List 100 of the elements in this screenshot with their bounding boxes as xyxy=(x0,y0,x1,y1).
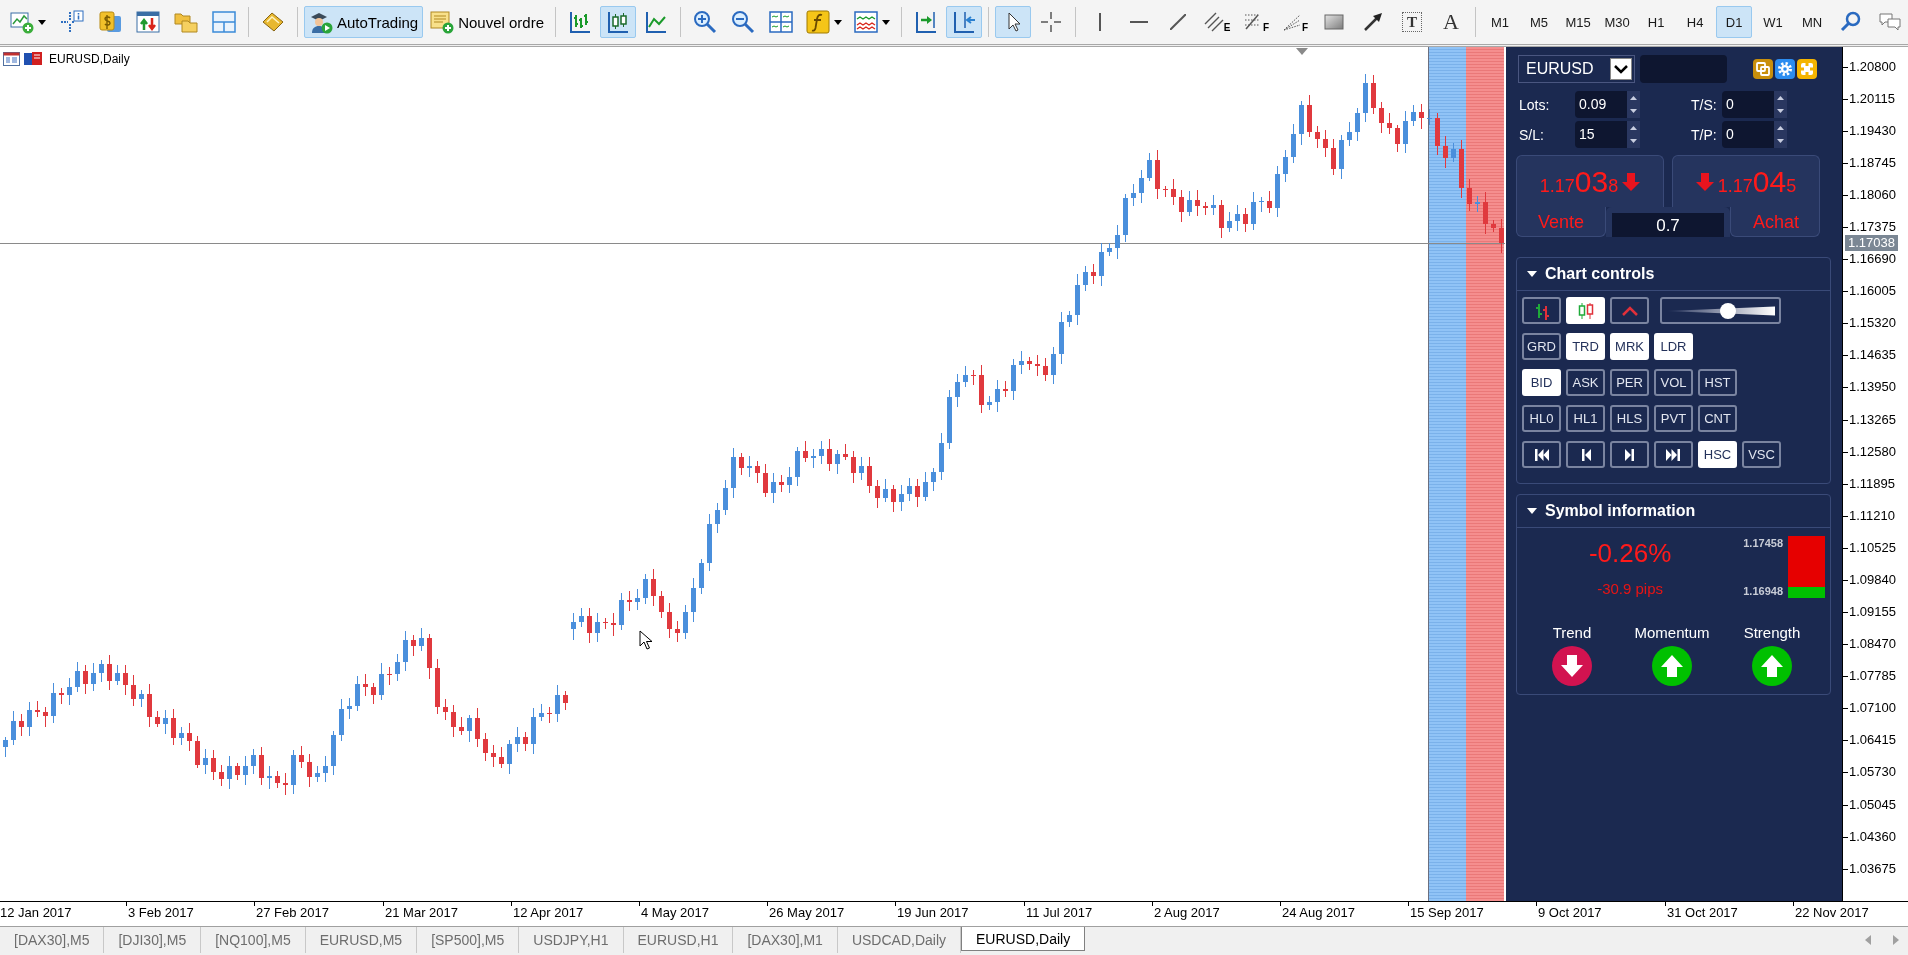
toggle-button[interactable]: CNT xyxy=(1698,405,1737,432)
arrow-up-icon xyxy=(1652,646,1692,686)
text-label-button[interactable]: T xyxy=(1394,6,1431,38)
toggle-button[interactable]: MRK xyxy=(1610,333,1649,360)
triangle-down-icon[interactable] xyxy=(1527,506,1537,516)
navigation-button[interactable] xyxy=(1522,441,1561,468)
toggle-button[interactable]: GRD xyxy=(1522,333,1561,360)
triangle-down-icon[interactable] xyxy=(1527,269,1537,279)
down-arrow-icon xyxy=(1622,172,1641,191)
channel-button[interactable]: E xyxy=(1199,6,1236,38)
spin-down-icon[interactable] xyxy=(1627,104,1640,118)
auto-scroll-icon xyxy=(914,10,939,34)
timeframe-button[interactable]: MN xyxy=(1794,6,1831,38)
price-axis-label: 1.15320 xyxy=(1849,315,1896,331)
toggle-button[interactable]: HL1 xyxy=(1566,405,1605,432)
chart-style-button[interactable] xyxy=(1610,297,1649,324)
input-field[interactable] xyxy=(1640,55,1727,83)
spin-up-icon[interactable] xyxy=(1774,91,1787,104)
zoom-slider[interactable] xyxy=(1660,297,1781,324)
tab[interactable]: EURUSD,H1 xyxy=(623,927,734,953)
price-axis-label: 1.17375 xyxy=(1849,219,1896,235)
field-label: Lots: xyxy=(1519,97,1551,112)
tab[interactable]: [DJI30],M5 xyxy=(104,927,202,953)
timeframe-button[interactable]: W1 xyxy=(1755,6,1792,38)
timeframe-button[interactable]: M30 xyxy=(1599,6,1636,38)
tab[interactable]: [DAX30],M1 xyxy=(733,927,838,953)
line-chart-icon xyxy=(644,10,669,34)
fibonacci-button[interactable]: F xyxy=(1238,6,1275,38)
navigation-button[interactable] xyxy=(1610,441,1649,468)
tab[interactable]: EURUSD,Daily xyxy=(961,927,1086,951)
timeframe-button[interactable]: H4 xyxy=(1677,6,1714,38)
spin-up-icon[interactable] xyxy=(1627,121,1640,134)
tab[interactable]: USDJPY,H1 xyxy=(519,927,624,953)
spin-down-icon[interactable] xyxy=(1774,104,1787,118)
price-axis-label: 1.18060 xyxy=(1849,187,1896,203)
symbol-dropdown[interactable]: EURUSD xyxy=(1518,55,1635,83)
tile-windows-icon xyxy=(769,10,794,34)
toggle-button[interactable]: HLS xyxy=(1610,405,1649,432)
number-field[interactable]: 0 xyxy=(1722,91,1774,118)
caret-icon xyxy=(834,19,843,25)
timeframe-button[interactable]: M1 xyxy=(1482,6,1519,38)
chart-style-button[interactable] xyxy=(1522,297,1561,324)
toggle-button[interactable]: ASK xyxy=(1566,369,1605,396)
slider-thumb[interactable] xyxy=(1720,302,1737,319)
tab[interactable]: [NQ100],M5 xyxy=(201,927,306,953)
spin-down-icon[interactable] xyxy=(1627,134,1640,148)
copy-icon[interactable] xyxy=(1753,59,1773,79)
money-cards-icon xyxy=(98,10,122,34)
tab[interactable]: EURUSD,M5 xyxy=(305,927,418,953)
bar-chart-icon xyxy=(1533,301,1550,320)
toggle-button[interactable]: BID xyxy=(1522,369,1561,396)
chevron-down-icon[interactable] xyxy=(1610,58,1632,80)
toggle-button[interactable]: PER xyxy=(1610,369,1649,396)
toggle-button[interactable]: HST xyxy=(1698,369,1737,396)
navigation-button[interactable] xyxy=(1654,441,1693,468)
signal-label: Momentum xyxy=(1634,624,1710,642)
toggle-button[interactable]: VOL xyxy=(1654,369,1693,396)
number-field[interactable]: 15 xyxy=(1575,121,1627,148)
chart-title: EURUSD,Daily xyxy=(49,53,130,65)
cursor-button[interactable] xyxy=(995,6,1032,38)
price-axis-label: 1.12580 xyxy=(1849,444,1896,460)
text-button[interactable]: A xyxy=(1433,6,1470,38)
folders-icon xyxy=(174,10,198,34)
price-axis-label: 1.16005 xyxy=(1849,283,1896,299)
spin-up-icon[interactable] xyxy=(1627,91,1640,104)
toggle-button[interactable]: HL0 xyxy=(1522,405,1561,432)
lot-field[interactable]: 0.7 xyxy=(1606,207,1730,237)
toggle-button[interactable]: PVT xyxy=(1654,405,1693,432)
toggle-button[interactable]: VSC xyxy=(1742,441,1781,468)
timeframe-button[interactable]: M15 xyxy=(1560,6,1597,38)
toggle-button[interactable]: HSC xyxy=(1698,441,1737,468)
function-icon xyxy=(806,10,831,34)
fibonacci-fan-button[interactable]: F xyxy=(1277,6,1314,38)
auto-trading-button[interactable]: AutoTrading xyxy=(304,6,424,38)
timeframe-button[interactable]: M5 xyxy=(1521,6,1558,38)
tab[interactable]: [DAX30],M5 xyxy=(0,927,105,953)
price-axis-label: 1.20115 xyxy=(1849,91,1896,107)
spin-down-icon[interactable] xyxy=(1774,134,1787,148)
timeframe-button[interactable]: H1 xyxy=(1638,6,1675,38)
section-header[interactable]: Symbol information xyxy=(1517,495,1830,528)
navigation-button[interactable] xyxy=(1566,441,1605,468)
triangle-marker-icon xyxy=(1296,48,1308,55)
chart-shift-button[interactable] xyxy=(946,6,983,38)
new-order-button[interactable]: Nouvel ordre xyxy=(425,6,550,38)
section-header[interactable]: Chart controls xyxy=(1517,258,1830,291)
number-field[interactable]: 0.09 xyxy=(1575,91,1627,118)
price-axis-label: 1.19430 xyxy=(1849,123,1896,139)
spin-up-icon[interactable] xyxy=(1774,121,1787,134)
toggle-button[interactable]: TRD xyxy=(1566,333,1605,360)
frame-icon[interactable] xyxy=(1797,59,1817,79)
settings-icon[interactable] xyxy=(1775,59,1795,79)
arrow-up-icon xyxy=(1752,646,1792,686)
candlestick-chart-button[interactable] xyxy=(600,6,637,38)
caret-icon xyxy=(882,19,891,25)
toggle-button[interactable]: LDR xyxy=(1654,333,1693,360)
window-arrows-icon xyxy=(136,10,160,34)
number-field[interactable]: 0 xyxy=(1722,121,1774,148)
tab[interactable]: [SP500],M5 xyxy=(417,927,520,953)
timeframe-button[interactable]: D1 xyxy=(1716,6,1753,38)
price-axis-label: 1.20800 xyxy=(1849,59,1896,75)
